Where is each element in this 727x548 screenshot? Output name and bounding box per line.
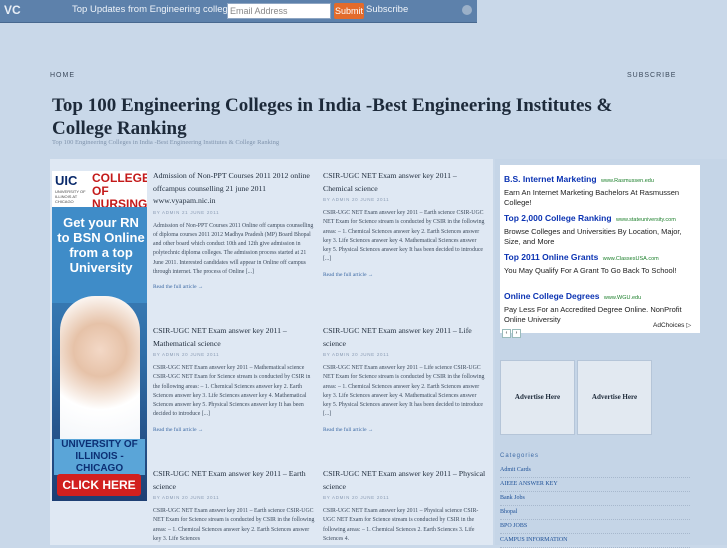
post-excerpt: CSIR-UGC NET Exam answer key 2011 – Life… xyxy=(323,365,485,418)
advertise-here-box[interactable]: Advertise Here xyxy=(577,360,652,435)
ad-url[interactable]: www.ClassesUSA.com xyxy=(603,256,659,262)
submit-button[interactable]: Submit xyxy=(334,3,364,19)
post-excerpt: CSIR-UGC NET Exam answer key 2011 – Phys… xyxy=(323,508,479,542)
post-meta: BY ADMIN 20 JUNE 2011 xyxy=(323,495,390,500)
text-ad[interactable]: Top 2,000 College Ranking www.stateunive… xyxy=(504,208,699,247)
post-title[interactable]: CSIR-UGC NET Exam answer key 2011 – Life… xyxy=(323,325,486,350)
ad-next-icon[interactable]: › xyxy=(512,329,521,338)
nav-home-link[interactable]: HOME xyxy=(50,72,75,79)
ad-headline[interactable]: Top 2,000 College Ranking xyxy=(504,213,612,223)
ad-headline[interactable]: B.S. Internet Marketing xyxy=(504,174,597,184)
email-input[interactable]: Email Address xyxy=(227,3,331,19)
ad-nav: ‹ › xyxy=(502,321,522,339)
category-item[interactable]: BPO JOBS xyxy=(500,520,690,534)
ad-description: You May Qualify For A Grant To Go Back T… xyxy=(504,266,677,275)
category-item[interactable]: Admit Cards xyxy=(500,464,690,478)
top-bar: VC Top Updates from Engineering colleges… xyxy=(0,0,477,23)
post-title[interactable]: Admission of Non-PPT Courses 2011 2012 o… xyxy=(153,170,316,208)
category-item[interactable]: Bank Jobs xyxy=(500,492,690,506)
category-item[interactable]: AIEEE ANSWER KEY xyxy=(500,478,690,492)
post-meta: BY ADMIN 20 JUNE 2011 xyxy=(153,495,220,500)
banner-ad[interactable]: UIC UNIVERSITY OF ILLINOIS AT CHICAGO CO… xyxy=(52,171,147,501)
college-name: COLLEGE OF NURSING xyxy=(92,171,147,211)
banner-ad-pitch: Get your RN to BSN Online from a top Uni… xyxy=(57,215,145,275)
post-excerpt: Admission of Non-PPT Courses 2011 Online… xyxy=(153,222,314,275)
post-card: CSIR-UGC NET Exam answer key 2011 – Chem… xyxy=(323,170,486,278)
university-name: UNIVERSITY OF ILLINOIS -CHICAGO xyxy=(54,439,145,475)
site-title[interactable]: Top 100 Engineering Colleges in India -B… xyxy=(52,94,652,140)
text-ad[interactable]: B.S. Internet Marketing www.Rasmussen.ed… xyxy=(504,169,699,208)
click-here-button[interactable]: CLICK HERE xyxy=(57,474,141,496)
ad-description: Earn An Internet Marketing Bachelors At … xyxy=(504,188,680,207)
post-card: CSIR-UGC NET Exam answer key 2011 – Life… xyxy=(323,325,486,433)
post-card: CSIR-UGC NET Exam answer key 2011 – Eart… xyxy=(153,468,316,544)
advertise-here-box[interactable]: Advertise Here xyxy=(500,360,575,435)
ad-headline[interactable]: Top 2011 Online Grants xyxy=(504,252,598,262)
post-title[interactable]: CSIR-UGC NET Exam answer key 2011 – Eart… xyxy=(153,468,316,493)
post-excerpt: CSIR-UGC NET Exam answer key 2011 – Eart… xyxy=(323,210,485,263)
rss-icon[interactable] xyxy=(462,5,472,15)
post-excerpt: CSIR-UGC NET Exam answer key 2011 – Eart… xyxy=(153,508,315,542)
post-meta: BY ADMIN 21 JUNE 2011 xyxy=(153,209,220,215)
read-more-link[interactable]: Read the full article → xyxy=(323,272,486,278)
categories-list: Admit Cards AIEEE ANSWER KEY Bank Jobs B… xyxy=(500,464,690,548)
top-tagline: Top Updates from Engineering colleges xyxy=(72,4,238,15)
post-excerpt: CSIR-UGC NET Exam answer key 2011 – Math… xyxy=(153,365,311,418)
post-card: CSIR-UGC NET Exam answer key 2011 – Phys… xyxy=(323,468,486,544)
ad-description: Browse Colleges and Universities By Loca… xyxy=(504,227,682,246)
post-meta: BY ADMIN 20 JUNE 2011 xyxy=(323,197,390,202)
post-meta: BY ADMIN 20 JUNE 2011 xyxy=(323,352,390,357)
site-subtitle: Top 100 Engineering Colleges in India -B… xyxy=(52,139,280,146)
text-ad[interactable]: Top 2011 Online Grants www.ClassesUSA.co… xyxy=(504,247,699,276)
read-more-link[interactable]: Read the full article → xyxy=(153,284,316,290)
ad-url[interactable]: www.stateuniversity.com xyxy=(616,217,676,223)
category-item[interactable]: Bhopal xyxy=(500,506,690,520)
subscribe-text: Subscribe xyxy=(366,4,409,15)
ad-url[interactable]: www.Rasmussen.edu xyxy=(601,178,654,184)
text-ad[interactable]: Online College Degrees www.WGU.edu Pay L… xyxy=(504,286,699,325)
ad-url[interactable]: www.WGU.edu xyxy=(604,295,641,301)
nav-subscribe-link[interactable]: SUBSCRIBE xyxy=(627,72,676,79)
site-logo[interactable]: VC xyxy=(4,3,22,18)
post-title[interactable]: CSIR-UGC NET Exam answer key 2011 – Phys… xyxy=(323,468,486,493)
post-card: CSIR-UGC NET Exam answer key 2011 – Math… xyxy=(153,325,316,433)
ad-prev-icon[interactable]: ‹ xyxy=(502,329,511,338)
post-title[interactable]: CSIR-UGC NET Exam answer key 2011 – Math… xyxy=(153,325,316,350)
adchoices-link[interactable]: AdChoices ▷ xyxy=(653,321,691,329)
category-item[interactable]: CAMPUS INFORMATION xyxy=(500,534,690,548)
categories-heading: Categories xyxy=(500,453,540,459)
post-card: Admission of Non-PPT Courses 2011 2012 o… xyxy=(153,170,316,290)
read-more-link[interactable]: Read the full article → xyxy=(153,427,316,433)
read-more-link[interactable]: Read the full article → xyxy=(323,427,486,433)
ad-headline[interactable]: Online College Degrees xyxy=(504,291,599,301)
post-meta: BY ADMIN 20 JUNE 2011 xyxy=(153,352,220,357)
post-title[interactable]: CSIR-UGC NET Exam answer key 2011 – Chem… xyxy=(323,170,486,195)
uic-logo-subtext: UNIVERSITY OF ILLINOIS AT CHICAGO xyxy=(55,189,86,204)
